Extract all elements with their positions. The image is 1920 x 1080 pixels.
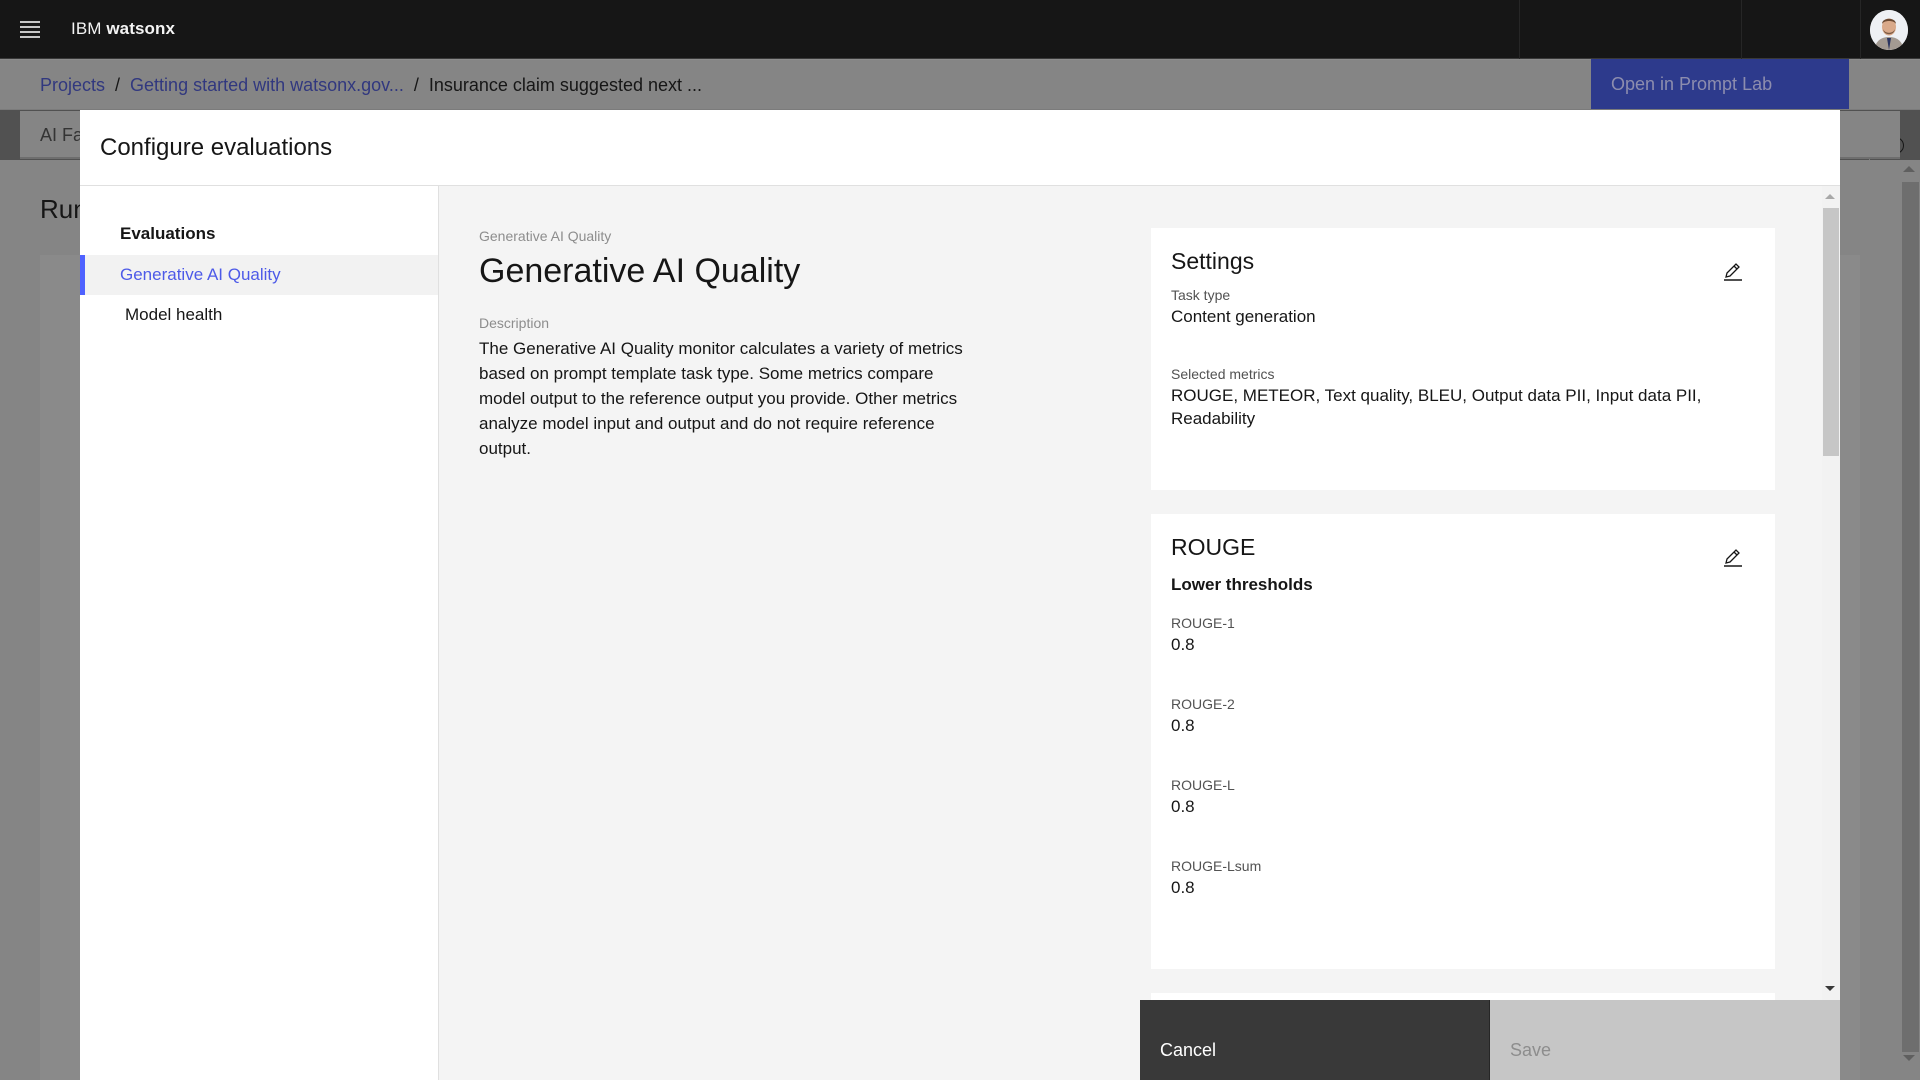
brand-name: watsonx xyxy=(106,19,176,38)
description-label: Description xyxy=(479,315,550,331)
threshold-item: ROUGE-1 0.8 xyxy=(1171,615,1755,656)
threshold-item: ROUGE-2 0.8 xyxy=(1171,696,1755,737)
modal-body: Evaluations Generative AI Quality Model … xyxy=(80,186,1840,1080)
evaluations-nav-heading: Evaluations xyxy=(120,224,216,243)
evaluations-nav: Evaluations Generative AI Quality Model … xyxy=(80,186,439,1080)
modal-footer: Cancel Save xyxy=(1140,1000,1840,1080)
shell-header: IBM watsonx xyxy=(0,0,1920,59)
modal-title: Configure evaluations xyxy=(100,133,333,161)
header-divider xyxy=(1519,0,1520,59)
selected-metrics-value: ROUGE, METEOR, Text quality, BLEU, Outpu… xyxy=(1171,386,1702,428)
threshold-item: ROUGE-L 0.8 xyxy=(1171,777,1755,818)
threshold-value: 0.8 xyxy=(1171,797,1195,816)
open-in-prompt-lab-button[interactable]: Open in Prompt Lab xyxy=(1591,59,1849,109)
edit-settings-button[interactable] xyxy=(1721,260,1745,284)
save-button[interactable]: Save xyxy=(1490,1000,1840,1080)
threshold-value: 0.8 xyxy=(1171,635,1195,654)
evaluation-overview: Generative AI Quality Generative AI Qual… xyxy=(479,228,979,461)
hamburger-menu-icon[interactable] xyxy=(0,0,59,59)
threshold-value: 0.8 xyxy=(1171,716,1195,735)
header-divider xyxy=(1741,0,1742,59)
brand-logo[interactable]: IBM watsonx xyxy=(71,19,175,39)
task-type-value: Content generation xyxy=(1171,307,1316,326)
header-divider xyxy=(1860,0,1861,59)
content-heading: Generative AI Quality xyxy=(479,252,801,290)
modal-header: Configure evaluations xyxy=(80,110,1840,186)
pencil-icon xyxy=(1724,549,1742,567)
threshold-item: ROUGE-Lsum 0.8 xyxy=(1171,858,1755,899)
evaluation-content: Generative AI Quality Generative AI Qual… xyxy=(439,186,1840,1080)
lower-thresholds-heading: Lower thresholds xyxy=(1171,575,1313,594)
configure-evaluations-modal: Configure evaluations Evaluations Genera… xyxy=(80,110,1840,1080)
threshold-label: ROUGE-2 xyxy=(1171,696,1235,712)
threshold-label: ROUGE-1 xyxy=(1171,615,1235,631)
threshold-label: ROUGE-Lsum xyxy=(1171,858,1262,874)
brand-prefix: IBM xyxy=(71,19,102,38)
nav-item-model-health[interactable]: Model health xyxy=(80,295,438,335)
task-type-label: Task type xyxy=(1171,287,1231,303)
scroll-up-icon[interactable] xyxy=(1825,194,1835,199)
selected-metrics-label: Selected metrics xyxy=(1171,366,1275,382)
content-scrollbar-thumb[interactable] xyxy=(1823,208,1839,456)
content-eyebrow: Generative AI Quality xyxy=(479,228,612,244)
cancel-button[interactable]: Cancel xyxy=(1140,1000,1490,1080)
scroll-down-icon[interactable] xyxy=(1825,986,1835,991)
edit-rouge-button[interactable] xyxy=(1721,546,1745,570)
user-avatar[interactable] xyxy=(1870,10,1908,50)
rouge-card: ROUGE Lower thresholds ROUGE-1 0.8 ROUGE… xyxy=(1151,514,1775,969)
threshold-label: ROUGE-L xyxy=(1171,777,1235,793)
rouge-card-title: ROUGE xyxy=(1171,534,1256,560)
threshold-value: 0.8 xyxy=(1171,878,1195,897)
description-text: The Generative AI Quality monitor calcul… xyxy=(479,339,963,458)
nav-item-generative-ai-quality[interactable]: Generative AI Quality xyxy=(80,255,438,295)
pencil-icon xyxy=(1724,263,1742,281)
settings-card: Settings Task type Content generation Se… xyxy=(1151,228,1775,490)
settings-card-title: Settings xyxy=(1171,248,1255,274)
